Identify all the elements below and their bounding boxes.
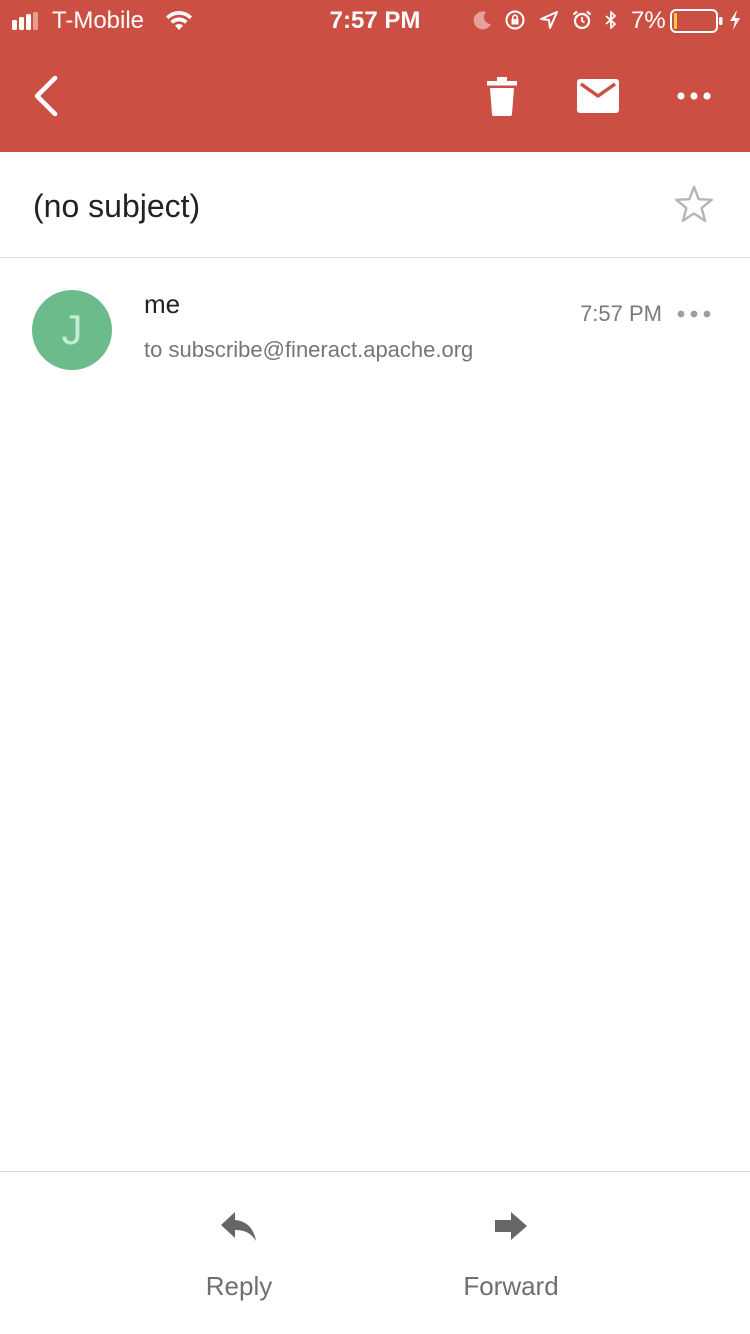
reply-button[interactable]: Reply [139,1202,339,1312]
forward-label: Forward [463,1271,559,1301]
trash-icon [487,77,517,116]
battery-icon [670,9,723,33]
reply-label: Reply [205,1271,273,1301]
more-options-button[interactable] [664,66,724,126]
back-button[interactable] [20,66,72,126]
back-arrow-icon [34,75,58,117]
bottom-action-bar: Reply Forward [0,1171,750,1334]
mark-unread-button[interactable] [568,66,628,126]
subject-row: (no subject) [0,152,750,258]
charging-icon [730,10,740,30]
app-header: T-Mobile 7:57 PM 7% [0,0,750,152]
moon-icon [473,11,491,30]
delete-button[interactable] [476,66,528,126]
bluetooth-icon [605,11,616,29]
status-bar: T-Mobile 7:57 PM 7% [0,0,750,40]
battery-percentage: 7% [631,7,666,34]
more-horizontal-icon [677,310,711,318]
email-subject: (no subject) [33,188,201,224]
location-icon [540,11,558,29]
reply-icon [221,1212,256,1241]
star-button[interactable] [670,180,718,228]
mail-icon [577,79,619,113]
forward-arrow-icon [495,1212,527,1240]
more-horizontal-icon [677,92,711,100]
forward-button[interactable]: Forward [411,1202,611,1312]
star-icon [675,185,713,222]
rotation-lock-icon [505,10,525,30]
message-more-button[interactable] [672,298,716,330]
message-time: 7:57 PM [580,301,662,326]
recipient-line[interactable]: to subscribe@fineract.apache.org [144,336,473,364]
alarm-icon [572,10,592,30]
avatar[interactable]: J [32,290,112,370]
sender-name: me [144,289,181,319]
